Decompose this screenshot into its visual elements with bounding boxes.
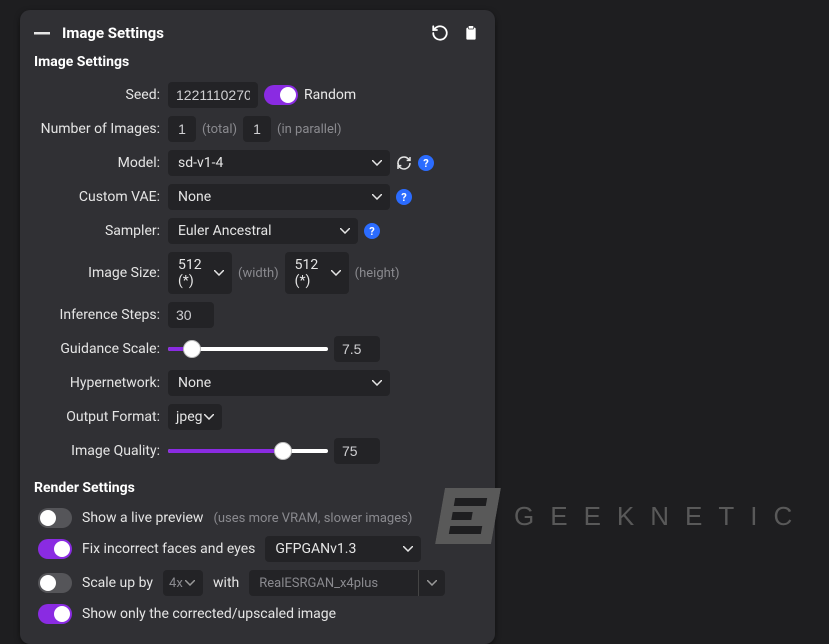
clipboard-icon[interactable]: [463, 24, 479, 42]
chevron-down-icon: [185, 580, 195, 586]
chevron-down-icon: [372, 194, 382, 200]
live-preview-toggle[interactable]: [38, 508, 72, 528]
vae-row: Custom VAE: None ?: [34, 180, 481, 214]
scale-label-pre: Scale up by: [82, 575, 153, 591]
fix-faces-label: Fix incorrect faces and eyes: [82, 541, 255, 557]
live-preview-hint: (uses more VRAM, slower images): [213, 511, 412, 526]
sampler-label: Sampler:: [34, 223, 162, 239]
parallel-hint: (in parallel): [277, 122, 342, 137]
fix-faces-model-select[interactable]: GFPGANv1.3: [265, 536, 421, 562]
hypernet-label: Hypernetwork:: [34, 375, 162, 391]
quality-input[interactable]: [334, 438, 380, 464]
fix-faces-toggle[interactable]: [38, 539, 72, 559]
render-settings-section: Render Settings Show a live preview (use…: [34, 480, 481, 628]
size-row: Image Size: 512 (*) (width) 512 (*) (hei…: [34, 248, 481, 298]
show-corrected-toggle[interactable]: [38, 604, 72, 624]
watermark: GEEKNETIC: [440, 488, 808, 544]
render-settings-title: Render Settings: [34, 480, 481, 496]
seed-row: Seed: Random: [34, 78, 481, 112]
refresh-icon[interactable]: [396, 155, 412, 171]
guidance-label: Guidance Scale:: [34, 341, 162, 357]
guidance-input[interactable]: [334, 336, 380, 362]
chevron-down-icon: [418, 570, 437, 596]
undo-icon[interactable]: [431, 24, 449, 42]
vae-select[interactable]: None: [168, 184, 390, 210]
steps-input[interactable]: [168, 302, 214, 328]
slider-thumb[interactable]: [274, 442, 292, 460]
width-hint: (width): [238, 266, 279, 281]
sampler-row: Sampler: Euler Ancestral ?: [34, 214, 481, 248]
random-toggle[interactable]: [264, 85, 298, 105]
num-images-row: Number of Images: (total) (in parallel): [34, 112, 481, 146]
help-icon[interactable]: ?: [364, 223, 380, 239]
show-corrected-row: Show only the corrected/upscaled image: [34, 600, 481, 628]
height-select[interactable]: 512 (*): [285, 252, 349, 294]
image-settings-panel: Image Settings Image Settings Seed: Rand…: [20, 10, 495, 644]
scale-model-select[interactable]: RealESRGAN_x4plus: [249, 570, 445, 596]
num-images-label: Number of Images:: [34, 121, 162, 137]
quality-row: Image Quality:: [34, 434, 481, 468]
chevron-down-icon: [214, 270, 224, 276]
quality-slider[interactable]: [168, 442, 328, 460]
chevron-down-icon: [372, 160, 382, 166]
show-corrected-label: Show only the corrected/upscaled image: [82, 606, 336, 622]
collapse-icon[interactable]: [34, 26, 50, 40]
seed-label: Seed:: [34, 87, 162, 103]
fix-faces-row: Fix incorrect faces and eyes GFPGANv1.3: [34, 532, 481, 566]
live-preview-row: Show a live preview (uses more VRAM, slo…: [34, 504, 481, 532]
hypernet-select[interactable]: None: [168, 370, 390, 396]
guidance-row: Guidance Scale:: [34, 332, 481, 366]
random-label: Random: [304, 87, 356, 103]
panel-title: Image Settings: [62, 24, 164, 42]
hypernet-row: Hypernetwork: None: [34, 366, 481, 400]
width-select[interactable]: 512 (*): [168, 252, 232, 294]
panel-header-right: [431, 24, 479, 42]
vae-label: Custom VAE:: [34, 189, 162, 205]
output-label: Output Format:: [34, 409, 162, 425]
height-hint: (height): [355, 266, 400, 281]
model-select[interactable]: sd-v1-4: [168, 150, 390, 176]
output-value: jpeg: [176, 409, 203, 425]
height-value: 512 (*): [295, 257, 323, 289]
chevron-down-icon: [340, 228, 350, 234]
output-select[interactable]: jpeg: [168, 404, 222, 430]
chevron-down-icon: [372, 380, 382, 386]
watermark-text: GEEKNETIC: [514, 501, 808, 532]
sampler-value: Euler Ancestral: [178, 223, 272, 239]
live-preview-label: Show a live preview: [82, 510, 203, 526]
scale-row: Scale up by 4x with RealESRGAN_x4plus: [34, 566, 481, 600]
chevron-down-icon: [331, 270, 341, 276]
scale-model-value: RealESRGAN_x4plus: [259, 576, 378, 591]
num-total-input[interactable]: [168, 116, 196, 142]
panel-header: Image Settings: [34, 20, 481, 52]
scale-factor-select[interactable]: 4x: [163, 570, 203, 596]
seed-input[interactable]: [168, 82, 258, 108]
quality-label: Image Quality:: [34, 443, 162, 459]
help-icon[interactable]: ?: [418, 155, 434, 171]
scale-toggle[interactable]: [38, 573, 72, 593]
total-hint: (total): [202, 122, 237, 137]
model-value: sd-v1-4: [178, 155, 223, 171]
output-row: Output Format: jpeg: [34, 400, 481, 434]
image-settings-title: Image Settings: [34, 54, 481, 70]
chevron-down-icon: [204, 414, 214, 420]
model-label: Model:: [34, 155, 162, 171]
steps-label: Inference Steps:: [34, 307, 162, 323]
fix-faces-model-value: GFPGANv1.3: [275, 541, 356, 557]
guidance-slider[interactable]: [168, 340, 328, 358]
panel-header-left: Image Settings: [34, 24, 164, 42]
model-row: Model: sd-v1-4 ?: [34, 146, 481, 180]
width-value: 512 (*): [178, 257, 206, 289]
chevron-down-icon: [403, 546, 413, 552]
slider-thumb[interactable]: [183, 340, 201, 358]
help-icon[interactable]: ?: [396, 189, 412, 205]
num-parallel-input[interactable]: [243, 116, 271, 142]
vae-value: None: [178, 189, 211, 205]
sampler-select[interactable]: Euler Ancestral: [168, 218, 358, 244]
size-label: Image Size:: [34, 265, 162, 281]
hypernet-value: None: [178, 375, 211, 391]
scale-label-mid: with: [213, 575, 239, 591]
scale-factor-value: 4x: [169, 576, 183, 591]
steps-row: Inference Steps:: [34, 298, 481, 332]
